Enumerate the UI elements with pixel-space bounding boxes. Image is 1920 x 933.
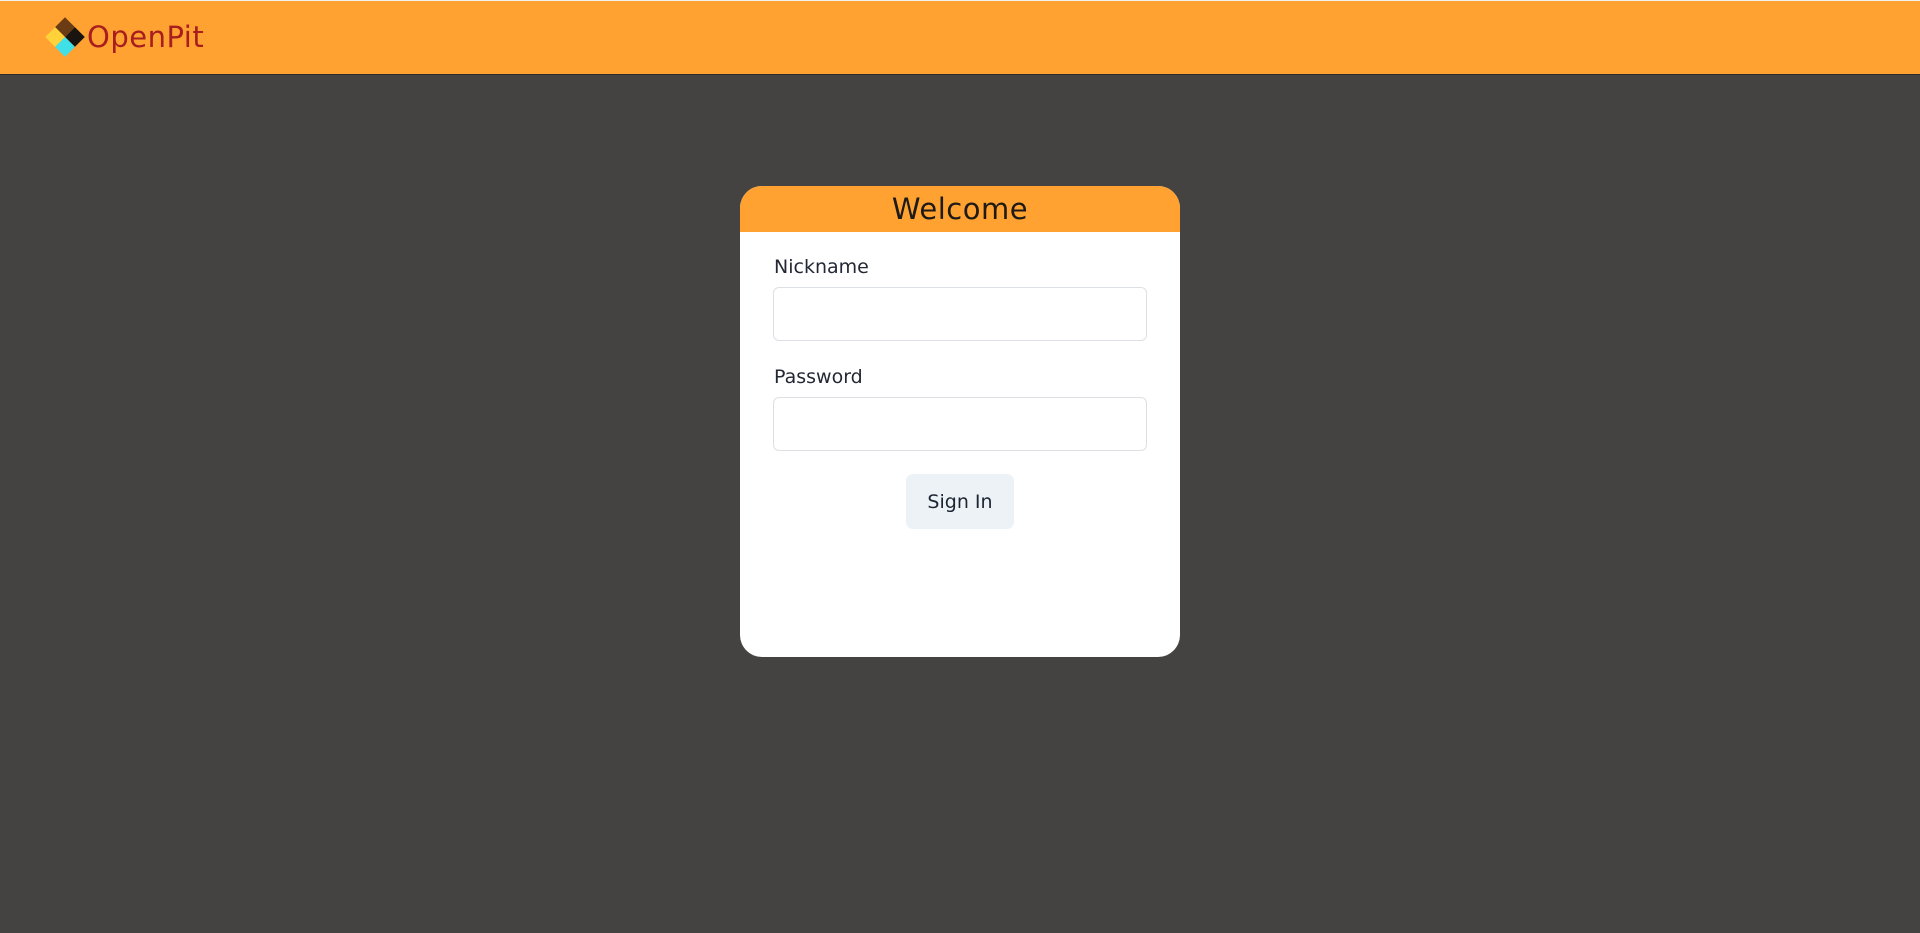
nickname-label: Nickname [774,256,869,278]
login-title: Welcome [891,192,1029,226]
password-input[interactable] [773,397,1147,451]
nickname-input[interactable] [773,287,1147,341]
password-label: Password [774,366,863,388]
login-card: Welcome Nickname Password Sign In [740,186,1180,657]
sign-in-button[interactable]: Sign In [906,474,1014,529]
login-card-header: Welcome [740,186,1180,232]
brand-name: OpenPit [87,20,205,54]
diamond-logo-icon [43,15,87,59]
brand-logo[interactable]: OpenPit [43,15,204,59]
top-navbar: OpenPit [0,0,1920,75]
